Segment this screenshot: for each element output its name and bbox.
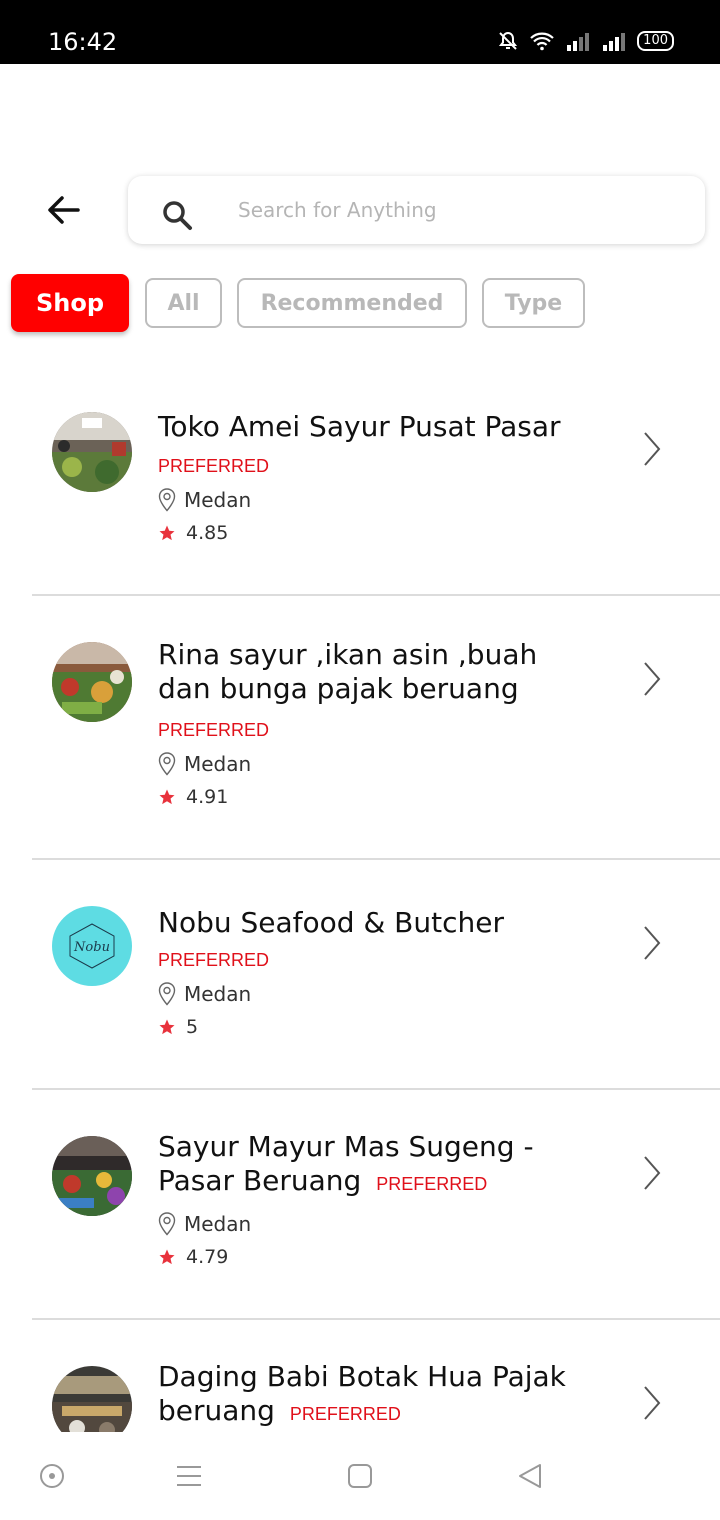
location-text: Medan xyxy=(184,752,252,776)
shop-name: Daging Babi Botak Hua Pajak beruang PREF… xyxy=(158,1360,598,1431)
shop-avatar xyxy=(52,1136,132,1216)
star-icon xyxy=(159,1019,175,1035)
shop-name-line-2: Pasar Beruang PREFERRED xyxy=(158,1164,488,1197)
chevron-right-icon xyxy=(644,432,661,466)
shop-avatar: Nobu xyxy=(52,906,132,986)
signal-icon xyxy=(567,33,590,51)
shop-location: Medan xyxy=(158,752,251,776)
shop-name: Sayur Mayur Mas Sugeng - Pasar Beruang P… xyxy=(158,1130,598,1201)
status-icons: 100 xyxy=(497,30,674,52)
chevron-right-icon xyxy=(644,662,661,696)
shop-name-line-1: Sayur Mayur Mas Sugeng - xyxy=(158,1130,534,1163)
search-icon xyxy=(163,201,192,230)
chevron-right-icon xyxy=(644,926,661,960)
home-button-icon[interactable] xyxy=(346,1462,374,1490)
arrow-left-icon xyxy=(48,196,80,224)
system-nav-bar xyxy=(0,1432,720,1520)
location-text: Medan xyxy=(184,1212,252,1236)
location-pin-icon xyxy=(158,982,176,1006)
preferred-badge: PREFERRED xyxy=(289,1404,401,1424)
shop-rating: 4.85 xyxy=(158,522,228,544)
signal-icon-2 xyxy=(603,33,626,51)
search-bar[interactable]: Search for Anything xyxy=(128,176,705,244)
shop-name: Nobu Seafood & Butcher xyxy=(158,906,504,939)
shop-name: Toko Amei Sayur Pusat Pasar xyxy=(158,410,561,443)
chip-recommended[interactable]: Recommended xyxy=(237,278,467,328)
back-button[interactable] xyxy=(44,190,88,234)
preferred-badge: PREFERRED xyxy=(376,1174,488,1194)
location-text: Medan xyxy=(184,488,252,512)
nobu-logo-text: Nobu xyxy=(73,940,110,955)
shop-avatar xyxy=(52,412,132,492)
shop-name-line-1: Daging Babi Botak Hua Pajak xyxy=(158,1360,566,1393)
status-time: 16:42 xyxy=(48,28,118,56)
shop-avatar xyxy=(52,1366,132,1432)
wifi-icon xyxy=(530,32,554,51)
status-bar: 16:42 100 xyxy=(0,0,720,64)
shop-item[interactable]: Toko Amei Sayur Pusat Pasar PREFERRED Me… xyxy=(0,360,720,596)
rating-value: 4.79 xyxy=(186,1246,229,1268)
shop-rating: 5 xyxy=(158,1016,198,1038)
chip-type[interactable]: Type xyxy=(482,278,585,328)
battery-icon: 100 xyxy=(637,31,674,51)
location-pin-icon xyxy=(158,1212,176,1236)
star-icon xyxy=(159,525,175,541)
shop-list: Toko Amei Sayur Pusat Pasar PREFERRED Me… xyxy=(0,360,720,1432)
chip-shop[interactable]: Shop xyxy=(11,274,129,332)
preferred-badge: PREFERRED xyxy=(158,720,270,740)
rating-value: 5 xyxy=(186,1016,199,1038)
chevron-right-icon xyxy=(644,1386,661,1420)
preferred-badge: PREFERRED xyxy=(158,950,270,970)
shop-rating: 4.79 xyxy=(158,1246,228,1268)
shop-location: Medan xyxy=(158,488,251,512)
chevron-right-icon xyxy=(644,1156,661,1190)
shop-item[interactable]: Nobu Nobu Seafood & Butcher PREFERRED Me… xyxy=(0,860,720,1090)
location-pin-icon xyxy=(158,488,176,512)
shop-item[interactable]: Sayur Mayur Mas Sugeng - Pasar Beruang P… xyxy=(0,1090,720,1320)
shop-location: Medan xyxy=(158,1212,251,1236)
search-header: Search for Anything xyxy=(0,176,720,246)
shop-location: Medan xyxy=(158,982,251,1006)
shop-name-line-2: beruang PREFERRED xyxy=(158,1394,401,1427)
shop-item[interactable]: Daging Babi Botak Hua Pajak beruang PREF… xyxy=(0,1320,720,1432)
preferred-badge: PREFERRED xyxy=(158,456,270,476)
filter-chips: Shop All Recommended Type xyxy=(0,274,720,334)
shop-item[interactable]: Rina sayur ,ikan asin ,buah dan bunga pa… xyxy=(0,596,720,860)
location-text: Medan xyxy=(184,982,252,1006)
shop-name: Rina sayur ,ikan asin ,buah dan bunga pa… xyxy=(158,638,538,705)
chip-all[interactable]: All xyxy=(145,278,222,328)
rating-value: 4.85 xyxy=(186,522,229,544)
star-icon xyxy=(159,1249,175,1265)
menu-button-icon[interactable] xyxy=(175,1462,203,1490)
assistant-button-icon[interactable] xyxy=(38,1462,66,1490)
rating-value: 4.91 xyxy=(186,786,229,808)
mute-icon xyxy=(499,31,518,50)
location-pin-icon xyxy=(158,752,176,776)
star-icon xyxy=(159,789,175,805)
search-input[interactable]: Search for Anything xyxy=(238,198,437,222)
back-nav-button-icon[interactable] xyxy=(516,1462,544,1490)
shop-avatar xyxy=(52,642,132,722)
shop-rating: 4.91 xyxy=(158,786,228,808)
